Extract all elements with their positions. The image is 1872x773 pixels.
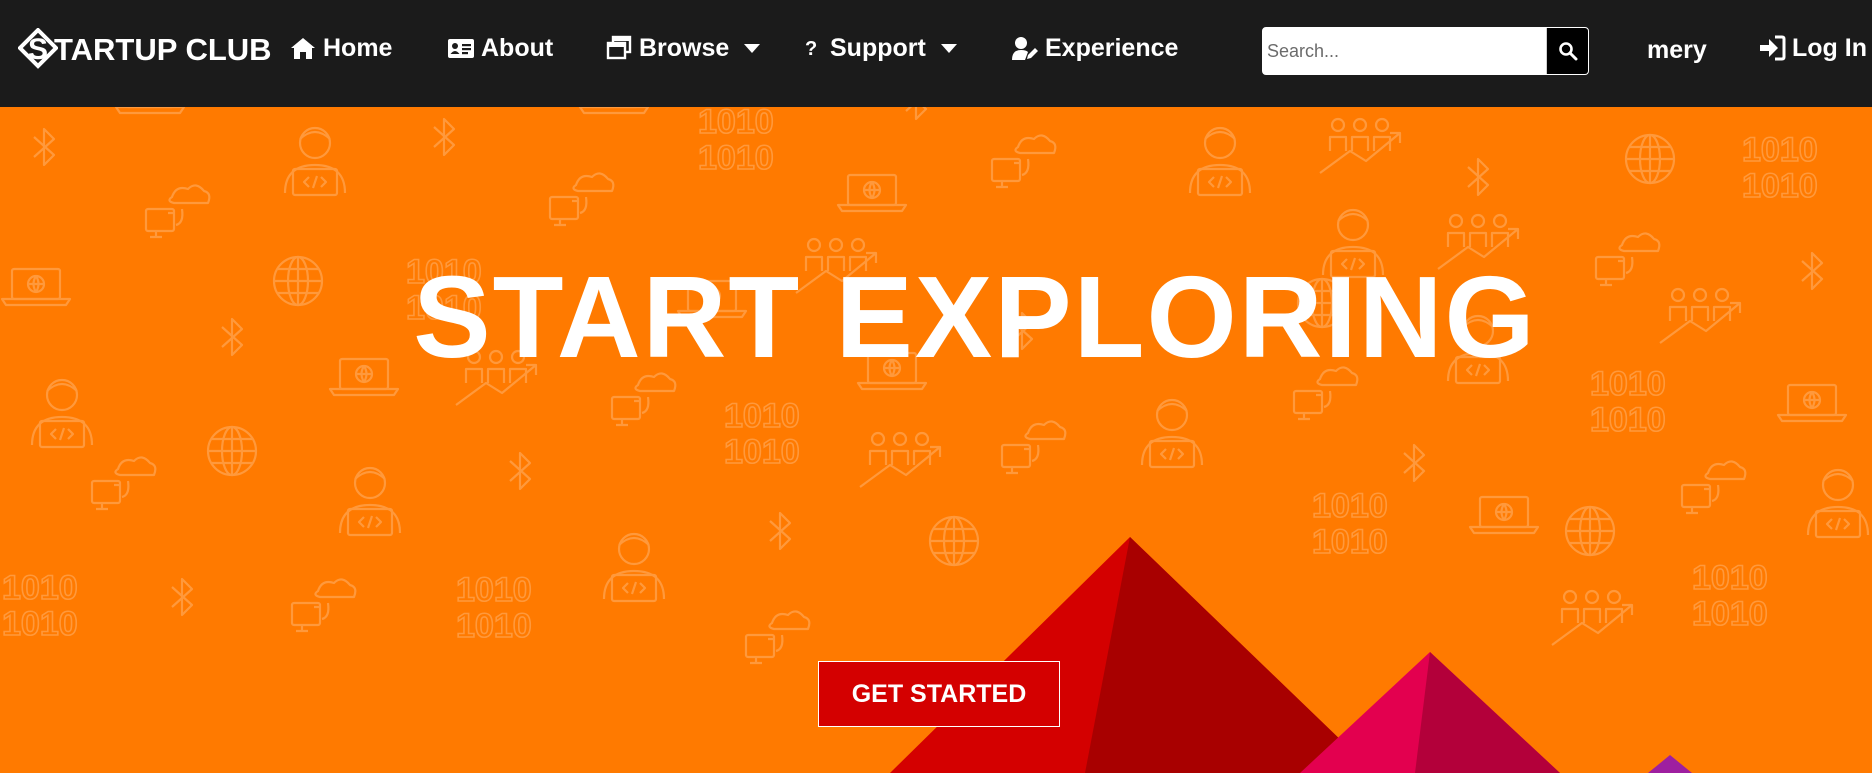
- startup-club-logo-icon: S: [18, 28, 58, 69]
- brand-name: TARTUP CLUB: [54, 32, 272, 67]
- search-box: [1262, 27, 1589, 75]
- nav-experience-label: Experience: [1045, 33, 1179, 62]
- logo-letter: S: [28, 33, 48, 66]
- id-card-icon: [448, 39, 474, 58]
- svg-text:?: ?: [805, 38, 817, 60]
- chevron-down-icon: [744, 44, 761, 53]
- hero-banner: 1010 1010: [0, 107, 1872, 773]
- get-started-button[interactable]: GET STARTED: [818, 661, 1060, 727]
- home-icon: [291, 38, 315, 59]
- brand-logo[interactable]: S TARTUP CLUB: [18, 28, 272, 72]
- login-link[interactable]: Log In: [1758, 28, 1867, 68]
- nav-about[interactable]: About: [447, 28, 553, 68]
- user-edit-icon: [1012, 37, 1038, 60]
- nav-about-label: About: [481, 33, 554, 62]
- nav-experience[interactable]: Experience: [1011, 28, 1178, 68]
- chevron-down-icon: [940, 44, 957, 53]
- nav-home-label: Home: [323, 33, 393, 62]
- login-label: Log In: [1792, 33, 1867, 62]
- top-navbar: S TARTUP CLUB Home About Browse ? Suppor…: [0, 0, 1872, 107]
- nav-browse[interactable]: Browse: [605, 28, 761, 68]
- search-icon: [1558, 42, 1577, 61]
- search-button[interactable]: [1546, 28, 1588, 74]
- windows-icon: [606, 35, 632, 60]
- question-icon: ?: [805, 38, 817, 60]
- nav-home[interactable]: Home: [289, 28, 392, 68]
- user-name[interactable]: mery: [1647, 36, 1707, 65]
- sign-in-icon: [1760, 35, 1786, 61]
- nav-browse-label: Browse: [639, 33, 730, 62]
- nav-support[interactable]: ? Support: [804, 28, 958, 68]
- search-input[interactable]: [1263, 28, 1546, 74]
- nav-support-label: Support: [830, 33, 926, 62]
